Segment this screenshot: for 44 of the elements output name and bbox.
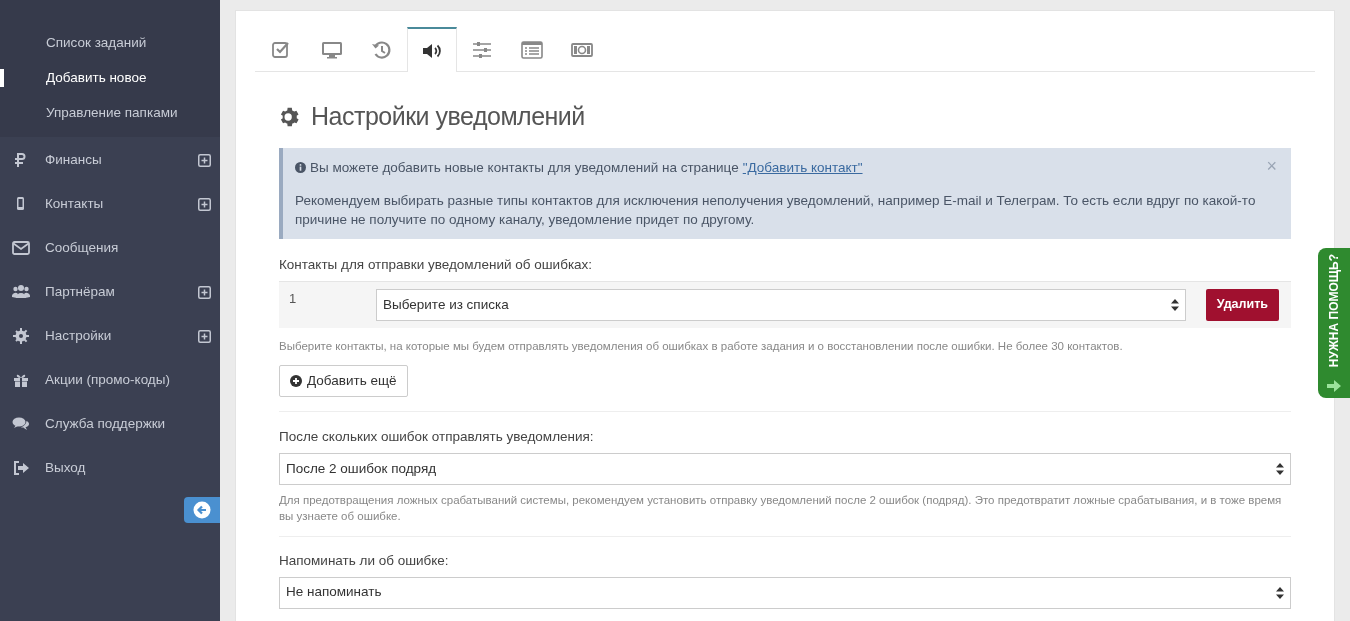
select-field[interactable]: После 2 ошибок подряд bbox=[279, 453, 1291, 486]
info-icon bbox=[295, 161, 306, 173]
sidebar-item[interactable]: Финансы bbox=[0, 138, 220, 182]
alert-text: Рекомендуем выбирать разные типы контактов для исключения неполучения уведомлений, например E-mail и Телеграм. То есть если вдруг по какой-то причине не получите по одному каналу, уведомление придет по другому. bbox=[295, 191, 1257, 229]
submenu-item[interactable]: Добавить новое bbox=[0, 61, 220, 96]
chat-icon bbox=[12, 415, 30, 433]
gear-icon bbox=[279, 105, 301, 128]
submenu-item[interactable]: Список заданий bbox=[0, 26, 220, 61]
select-field[interactable]: Не напоминать bbox=[279, 576, 1291, 609]
sidebar-item[interactable]: Служба поддержки bbox=[0, 402, 220, 446]
sort-icon bbox=[1170, 298, 1179, 311]
history-icon bbox=[371, 38, 393, 61]
list-icon bbox=[521, 38, 543, 61]
field-label: Напоминать ли об ошибке: bbox=[279, 552, 450, 571]
sidebar-item[interactable]: Настройки bbox=[0, 314, 220, 358]
sidebar-item[interactable]: Сообщения bbox=[0, 226, 220, 270]
sidebar-item[interactable]: Контакты bbox=[0, 182, 220, 226]
arrow-left-icon bbox=[193, 501, 211, 519]
help-text: Выберите контакты, на которые мы будем отправлять уведомления об ошибках в работе задания и о восстановлении после ошибки. Не более 30 контактов. bbox=[279, 338, 1124, 354]
help-tab[interactable]: НУЖНА ПОМОЩЬ? bbox=[1318, 248, 1350, 398]
collapse-button[interactable] bbox=[184, 497, 220, 523]
tab[interactable] bbox=[407, 27, 457, 72]
page-heading: Настройки уведомлений bbox=[311, 101, 585, 132]
plus-circle-icon bbox=[290, 375, 302, 387]
sidebar-item[interactable]: Акции (промо-коды) bbox=[0, 358, 220, 402]
submenu-item[interactable]: Управление папками bbox=[0, 96, 220, 131]
users-icon bbox=[12, 283, 30, 301]
field-label: После скольких ошибок отправлять уведомления: bbox=[279, 428, 595, 446]
alert-text: Вы можете добавить новые контакты для уведомлений на странице bbox=[310, 158, 739, 177]
sort-icon bbox=[1276, 586, 1284, 599]
add-more-button[interactable]: Добавить ещё bbox=[279, 365, 408, 397]
delete-button[interactable]: Удалить bbox=[1205, 288, 1279, 321]
add-contact-link[interactable]: "Добавить контакт" bbox=[742, 157, 863, 177]
select-field[interactable]: Выберите из списка bbox=[376, 288, 1186, 321]
envelope-icon bbox=[12, 239, 30, 257]
help-text: Для предотвращения ложных срабатываний системы, рекомендуем установить отправку уведомлений после 2 ошибок (подряд). Это предотвратит ложные срабатывания, и в тоже время вы узнаете об ошибке. bbox=[279, 493, 1283, 525]
row-number: 1 bbox=[289, 289, 298, 308]
gear-icon bbox=[12, 327, 30, 345]
field-label: Контакты для отправки уведомлений об ошибках: bbox=[279, 255, 594, 274]
arrow-right-icon bbox=[1327, 380, 1341, 392]
sidebar-item[interactable]: Партнёрам bbox=[0, 270, 220, 314]
exit-icon bbox=[12, 459, 30, 477]
sidebar-item[interactable]: Выход bbox=[0, 446, 220, 490]
sort-icon bbox=[1276, 463, 1284, 476]
